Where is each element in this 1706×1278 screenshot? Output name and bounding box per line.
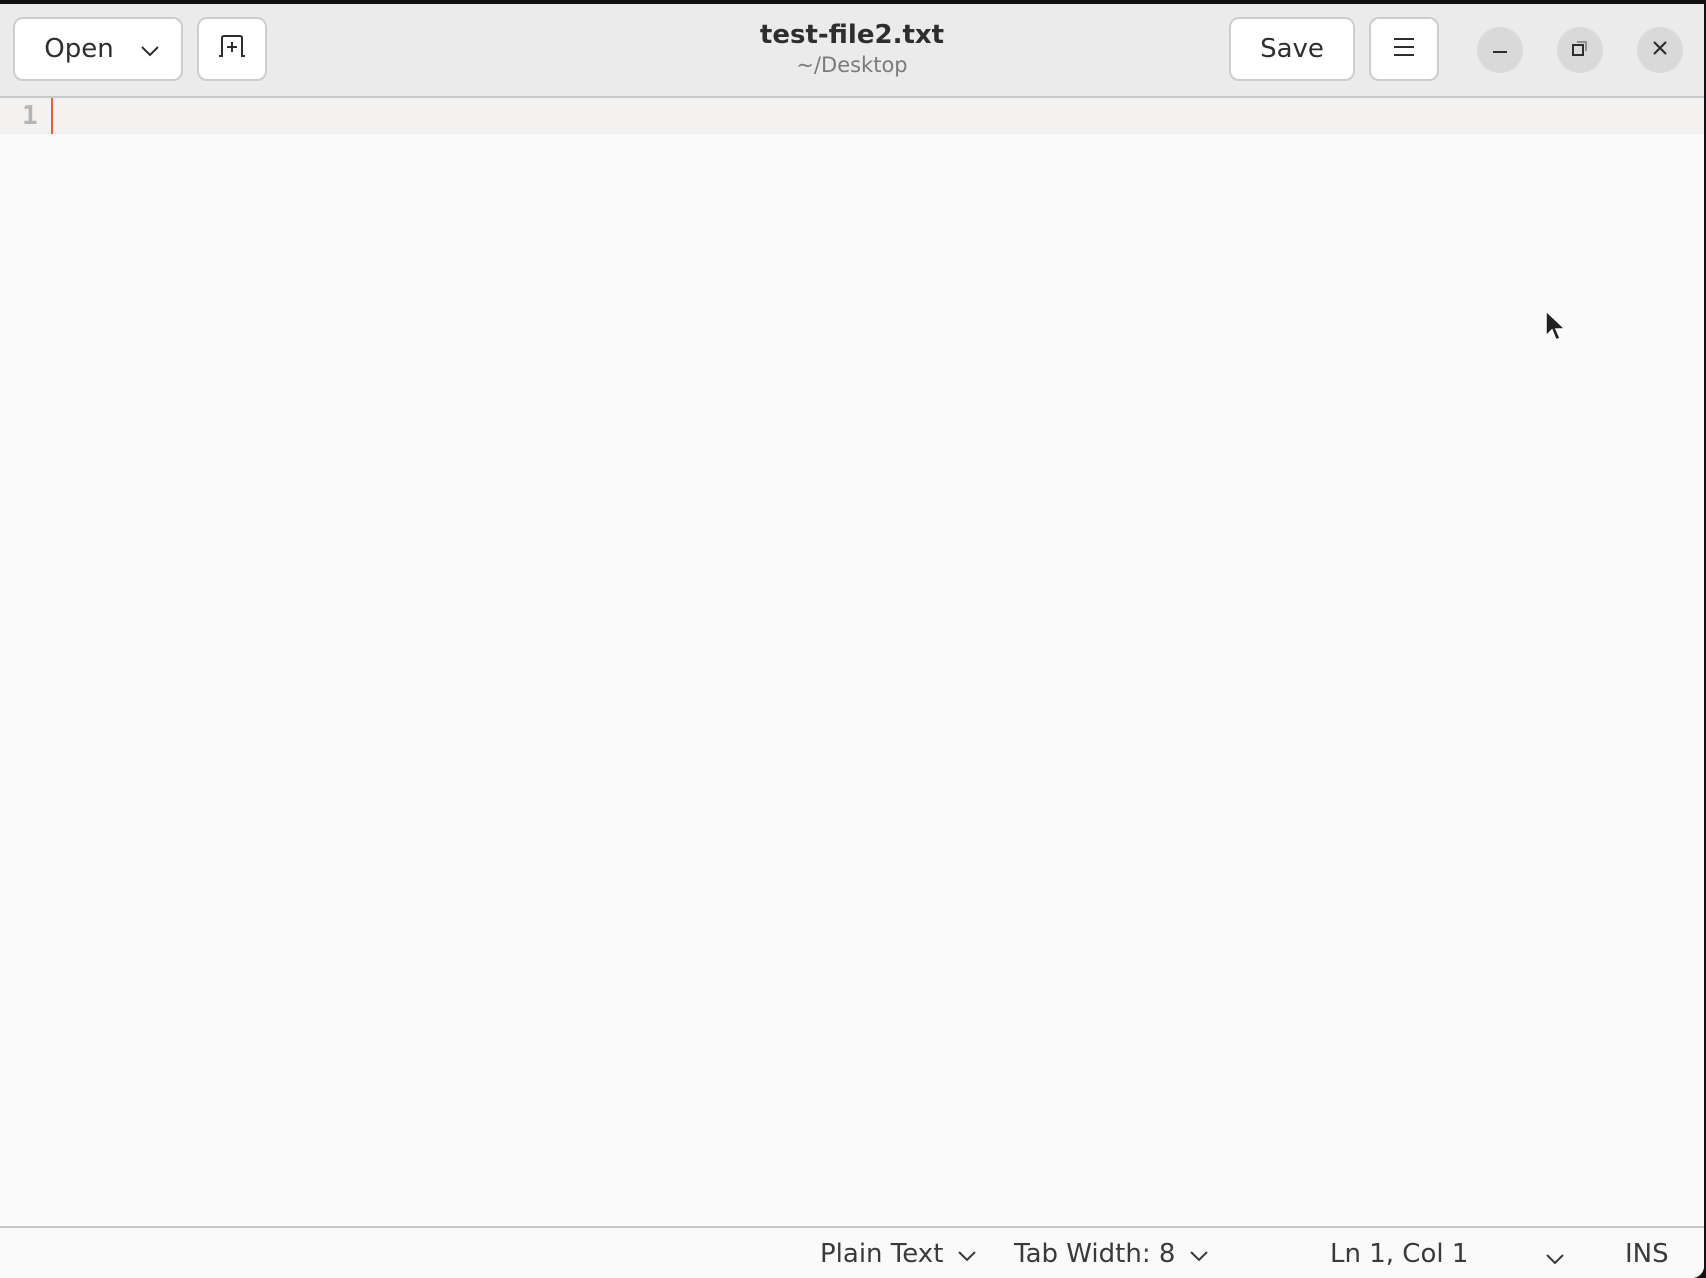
- status-bar: Plain Text Tab Width: 8 Ln 1, Col 1 INS: [0, 1226, 1704, 1278]
- chevron-down-icon: [957, 1236, 977, 1272]
- restore-button[interactable]: [1557, 27, 1603, 73]
- insert-mode-label: INS: [1625, 1239, 1669, 1269]
- restore-icon: [1571, 39, 1589, 61]
- cursor-position-label: Ln 1, Col 1: [1330, 1239, 1469, 1269]
- save-button[interactable]: Save: [1229, 17, 1355, 81]
- open-button[interactable]: Open: [13, 17, 183, 81]
- close-button[interactable]: [1637, 27, 1683, 73]
- hamburger-menu-icon: [1393, 34, 1415, 64]
- chevron-down-icon: [1189, 1236, 1209, 1272]
- open-button-label: Open: [44, 34, 114, 64]
- chevron-down-icon: [1545, 1242, 1565, 1272]
- tab-width-selector[interactable]: Tab Width: 8: [1014, 1236, 1209, 1272]
- line-number: 1: [22, 101, 38, 131]
- current-line-highlight: [0, 98, 1704, 134]
- tab-width-label: Tab Width: 8: [1014, 1239, 1176, 1269]
- text-editor-area[interactable]: 1: [0, 98, 1704, 1226]
- header-bar: Open test-file2.txt ~/Desktop Save: [0, 4, 1704, 98]
- text-editor-window: Open test-file2.txt ~/Desktop Save 1 Pla…: [0, 4, 1704, 1278]
- new-tab-icon: [217, 34, 247, 65]
- chevron-down-icon: [140, 34, 160, 64]
- text-caret: [51, 98, 53, 134]
- insert-mode-indicator: INS: [1625, 1236, 1669, 1272]
- minimize-icon: [1491, 39, 1509, 61]
- new-tab-button[interactable]: [197, 17, 267, 81]
- language-selector[interactable]: Plain Text: [820, 1236, 977, 1272]
- save-button-label: Save: [1260, 34, 1324, 64]
- main-menu-button[interactable]: [1369, 17, 1439, 81]
- go-to-line-button[interactable]: [1545, 1242, 1565, 1272]
- cursor-position[interactable]: Ln 1, Col 1: [1330, 1236, 1468, 1272]
- close-icon: [1651, 39, 1669, 61]
- minimize-button[interactable]: [1477, 27, 1523, 73]
- language-label: Plain Text: [820, 1239, 944, 1269]
